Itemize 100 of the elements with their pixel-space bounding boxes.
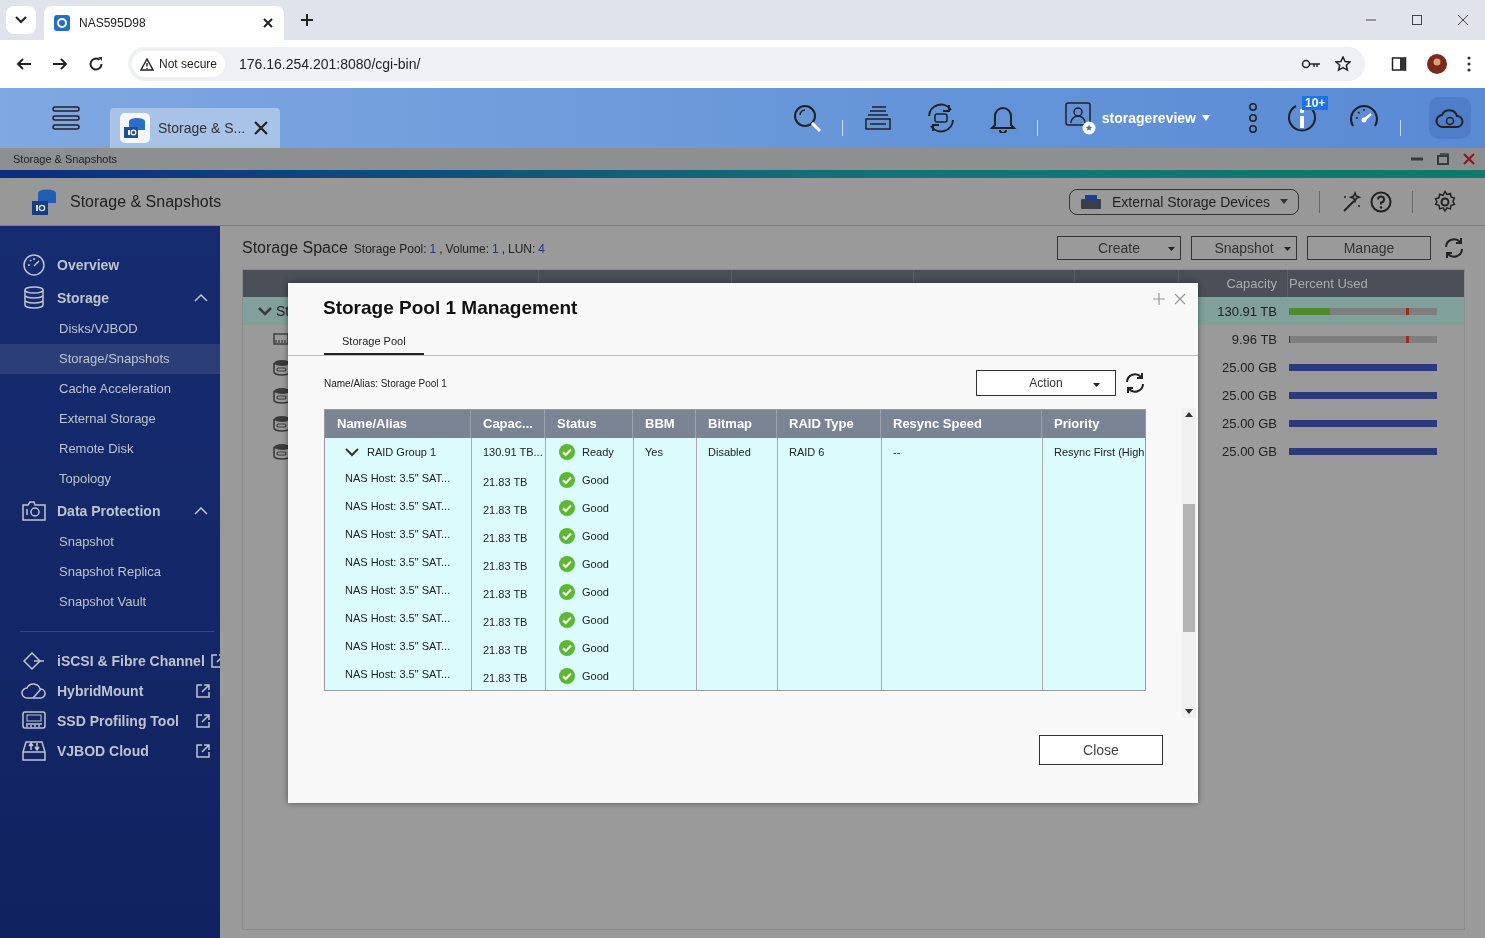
check-icon bbox=[559, 556, 575, 572]
sidebar-item[interactable]: Topology bbox=[0, 464, 220, 494]
menu-icon[interactable] bbox=[52, 104, 80, 132]
column-header[interactable]: Resync Speed bbox=[881, 410, 1042, 438]
capacity-text: 25.00 GB bbox=[1222, 443, 1277, 459]
sidebar-item[interactable]: Snapshot bbox=[0, 527, 220, 557]
refresh-icon[interactable] bbox=[1443, 237, 1465, 259]
dropdown-button[interactable]: Snapshot bbox=[1191, 236, 1297, 260]
table-cell-text: NAS Host: 3.5" SAT... bbox=[344, 583, 452, 598]
check-icon bbox=[559, 668, 575, 684]
check-icon bbox=[559, 528, 575, 544]
table-cell-text: 21.83 TB bbox=[482, 671, 529, 686]
table-cell-text: Yes bbox=[644, 445, 664, 460]
column-header[interactable]: RAID Type bbox=[777, 410, 881, 438]
external-link-icon bbox=[196, 714, 210, 728]
cloud-button[interactable] bbox=[1429, 97, 1471, 139]
table-cell-text: NAS Host: 3.5" SAT... bbox=[344, 611, 452, 626]
site-icon bbox=[54, 15, 70, 31]
chevron-down-icon[interactable] bbox=[345, 447, 359, 457]
close-icon[interactable] bbox=[254, 121, 268, 135]
capacity-text: 25.00 GB bbox=[1222, 415, 1277, 431]
pool-name-label: Name/Alias: Storage Pool 1 bbox=[324, 377, 447, 389]
status-text: Good bbox=[582, 474, 609, 486]
storage-app-icon bbox=[120, 113, 150, 143]
collapse-icon[interactable] bbox=[194, 506, 208, 515]
manage-button[interactable]: Manage bbox=[1307, 236, 1431, 260]
back-icon[interactable] bbox=[16, 56, 32, 72]
collapse-icon[interactable] bbox=[194, 293, 208, 302]
sidebar-link[interactable]: SSD Profiling Tool bbox=[0, 706, 220, 736]
maximize-icon[interactable] bbox=[1411, 14, 1423, 26]
external-devices-dropdown[interactable]: External Storage Devices bbox=[1069, 188, 1299, 215]
refresh-icon[interactable] bbox=[1124, 372, 1146, 394]
table-cell-text: NAS Host: 3.5" SAT... bbox=[344, 471, 452, 486]
table-cell-text: NAS Host: 3.5" SAT... bbox=[344, 499, 452, 514]
stack-icon[interactable] bbox=[862, 103, 893, 133]
sidebar-link[interactable]: iSCSI & Fibre Channel bbox=[0, 646, 220, 676]
column-header[interactable]: Name/Alias bbox=[325, 410, 471, 438]
check-icon bbox=[559, 612, 575, 628]
dropdown-icon[interactable] bbox=[6, 6, 36, 34]
restore-icon[interactable] bbox=[1437, 153, 1449, 165]
caret-icon bbox=[1093, 383, 1100, 387]
check-icon bbox=[559, 444, 575, 460]
check-icon bbox=[559, 640, 575, 656]
sidebar-item[interactable]: Cache Acceleration bbox=[0, 374, 220, 404]
column-header[interactable]: Status bbox=[545, 410, 633, 438]
table-cell-text: NAS Host: 3.5" SAT... bbox=[344, 555, 452, 570]
column-header[interactable]: Priority bbox=[1042, 410, 1145, 438]
browser-tab[interactable]: NAS595D98 bbox=[44, 6, 284, 40]
sidebar-link[interactable]: VJBOD Cloud bbox=[0, 736, 220, 766]
column-header[interactable]: Percent Used bbox=[1288, 270, 1464, 297]
sidebar-item[interactable]: Snapshot Vault bbox=[0, 587, 220, 617]
sidebar-link[interactable]: HybridMount bbox=[0, 676, 220, 706]
column-header[interactable]: Capac... bbox=[471, 410, 545, 438]
action-dropdown[interactable]: Action bbox=[976, 370, 1116, 396]
app-tab[interactable]: Storage & S... bbox=[110, 108, 280, 148]
sidebar-item[interactable]: Snapshot Replica bbox=[0, 557, 220, 587]
section-title: Storage Space bbox=[242, 239, 348, 257]
sidebar-section[interactable]: Storage bbox=[0, 281, 220, 314]
plus-icon[interactable] bbox=[300, 13, 314, 27]
table-cell-text: NAS Host: 3.5" SAT... bbox=[344, 667, 452, 682]
status-text: Ready bbox=[582, 446, 614, 458]
key-icon[interactable] bbox=[1301, 58, 1321, 70]
star-icon[interactable] bbox=[1335, 56, 1351, 72]
check-icon bbox=[559, 472, 575, 488]
enclosure-icon bbox=[273, 330, 291, 348]
cloud-icon bbox=[1435, 107, 1465, 129]
close-button[interactable]: Close bbox=[1039, 735, 1163, 765]
column-header[interactable]: Bitmap bbox=[696, 410, 777, 438]
close-icon[interactable] bbox=[1457, 14, 1469, 26]
reload-icon[interactable] bbox=[88, 56, 104, 72]
sidebar-item[interactable]: External Storage bbox=[0, 404, 220, 434]
chevron-icon[interactable] bbox=[258, 306, 272, 316]
avatar-icon[interactable] bbox=[1427, 54, 1447, 74]
sidebar-section[interactable]: Overview bbox=[0, 248, 220, 281]
status-text: Good bbox=[582, 530, 609, 542]
sidebar-item[interactable]: Disks/VJBOD bbox=[0, 314, 220, 344]
pool-name: St bbox=[276, 303, 290, 319]
sidebar-icon[interactable] bbox=[1391, 56, 1407, 72]
sidebar-item[interactable]: Storage/Snapshots bbox=[0, 344, 220, 374]
app-title: Storage & Snapshots bbox=[70, 192, 222, 211]
settings-icon[interactable] bbox=[1433, 189, 1457, 214]
close-icon[interactable] bbox=[262, 17, 274, 29]
more-icon[interactable] bbox=[1467, 56, 1471, 72]
gauge-icon bbox=[21, 251, 47, 278]
notification-badge: 10+ bbox=[1302, 96, 1329, 110]
table-cell-text: Disabled bbox=[707, 445, 752, 460]
drive-icon bbox=[1080, 193, 1103, 210]
dropdown-button[interactable]: Create bbox=[1057, 236, 1181, 260]
search-icon[interactable] bbox=[791, 103, 822, 133]
help-icon[interactable] bbox=[1370, 190, 1392, 213]
address-bar[interactable]: Not secure 176.16.254.201:8080/cgi-bin/ bbox=[128, 47, 1365, 81]
security-chip[interactable]: Not secure bbox=[132, 51, 226, 77]
scroll-up-icon[interactable] bbox=[1185, 412, 1193, 417]
sidebar-item[interactable]: Remote Disk bbox=[0, 434, 220, 464]
tab[interactable]: Storage Pool bbox=[324, 329, 424, 355]
sidebar-section[interactable]: Data Protection bbox=[0, 494, 220, 527]
scrollbar[interactable] bbox=[1182, 408, 1196, 718]
database-icon bbox=[21, 284, 47, 311]
column-header[interactable]: BBM bbox=[633, 410, 696, 438]
scroll-down-icon[interactable] bbox=[1185, 709, 1193, 714]
